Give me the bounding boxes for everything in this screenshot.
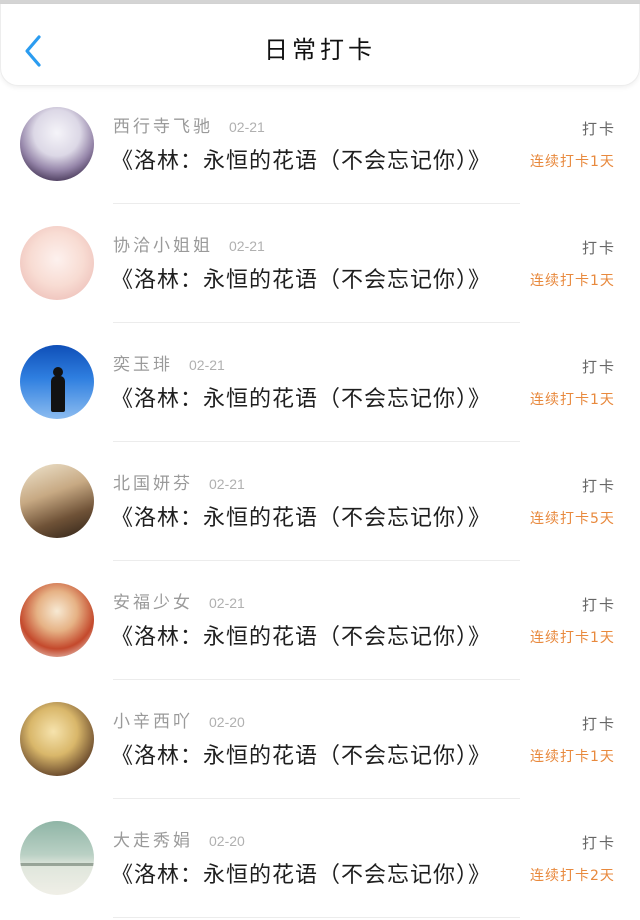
user-name[interactable]: 安福少女 [113, 591, 193, 615]
checkin-type-label: 打卡 [581, 239, 616, 257]
checkin-list-item[interactable]: 奕玉琲 02-21 打卡 《洛林：永恒的花语（不会忘记你）》 连续打卡1天 [0, 325, 640, 444]
checkin-date: 02-20 [209, 833, 245, 849]
divider [113, 203, 520, 204]
divider [113, 917, 520, 918]
checkin-content: 《洛林：永恒的花语（不会忘记你）》 [111, 268, 492, 293]
checkin-meta: 奕玉琲 02-21 [113, 353, 225, 377]
avatar[interactable] [20, 226, 94, 300]
checkin-list-item[interactable]: 小辛西吖 02-20 打卡 《洛林：永恒的花语（不会忘记你）》 连续打卡1天 [0, 682, 640, 801]
checkin-type-label: 打卡 [581, 120, 616, 138]
user-name[interactable]: 协洽小姐姐 [113, 234, 213, 258]
checkin-content: 《洛林：永恒的花语（不会忘记你）》 [111, 744, 492, 769]
checkin-meta: 安福少女 02-21 [113, 591, 245, 615]
divider [113, 679, 520, 680]
avatar[interactable] [20, 107, 94, 181]
checkin-type-label: 打卡 [581, 358, 616, 376]
divider [113, 560, 520, 561]
checkin-content: 《洛林：永恒的花语（不会忘记你）》 [111, 863, 492, 888]
checkin-list-item[interactable]: 协洽小姐姐 02-21 打卡 《洛林：永恒的花语（不会忘记你）》 连续打卡1天 [0, 206, 640, 325]
avatar-figure-body [51, 376, 65, 412]
checkin-list-item[interactable]: 北国妍芬 02-21 打卡 《洛林：永恒的花语（不会忘记你）》 连续打卡5天 [0, 444, 640, 563]
divider [113, 798, 520, 799]
avatar[interactable] [20, 702, 94, 776]
checkin-meta: 北国妍芬 02-21 [113, 472, 245, 496]
checkin-date: 02-21 [229, 119, 265, 135]
user-name[interactable]: 大走秀娟 [113, 829, 193, 853]
checkin-list-item[interactable]: 西行寺飞驰 02-21 打卡 《洛林：永恒的花语（不会忘记你）》 连续打卡1天 [0, 87, 640, 206]
checkin-list-item[interactable]: 安福少女 02-21 打卡 《洛林：永恒的花语（不会忘记你）》 连续打卡1天 [0, 563, 640, 682]
streak-badge: 连续打卡1天 [530, 749, 615, 765]
checkin-date: 02-21 [189, 357, 225, 373]
avatar[interactable] [20, 464, 94, 538]
checkin-list-item[interactable]: 大走秀娟 02-20 打卡 《洛林：永恒的花语（不会忘记你）》 连续打卡2天 [0, 801, 640, 920]
page-title: 日常打卡 [264, 36, 376, 64]
streak-badge: 连续打卡1天 [530, 630, 615, 646]
streak-badge: 连续打卡1天 [530, 273, 615, 289]
checkin-type-label: 打卡 [581, 715, 616, 733]
streak-badge: 连续打卡1天 [530, 392, 615, 408]
checkin-date: 02-21 [209, 595, 245, 611]
checkin-meta: 西行寺飞驰 02-21 [113, 115, 265, 139]
checkin-date: 02-21 [229, 238, 265, 254]
divider [113, 322, 520, 323]
avatar[interactable] [20, 345, 94, 419]
checkin-content: 《洛林：永恒的花语（不会忘记你）》 [111, 149, 492, 174]
streak-badge: 连续打卡5天 [530, 511, 615, 527]
checkin-type-label: 打卡 [581, 834, 616, 852]
checkin-meta: 协洽小姐姐 02-21 [113, 234, 265, 258]
checkin-content: 《洛林：永恒的花语（不会忘记你）》 [111, 387, 492, 412]
checkin-content: 《洛林：永恒的花语（不会忘记你）》 [111, 625, 492, 650]
checkin-list: 西行寺飞驰 02-21 打卡 《洛林：永恒的花语（不会忘记你）》 连续打卡1天 … [0, 87, 640, 920]
checkin-date: 02-21 [209, 476, 245, 492]
checkin-type-label: 打卡 [581, 596, 616, 614]
checkin-meta: 小辛西吖 02-20 [113, 710, 245, 734]
nav-header: 日常打卡 [0, 4, 640, 86]
checkin-content: 《洛林：永恒的花语（不会忘记你）》 [111, 506, 492, 531]
avatar[interactable] [20, 583, 94, 657]
streak-badge: 连续打卡1天 [530, 154, 615, 170]
user-name[interactable]: 奕玉琲 [113, 353, 173, 377]
checkin-meta: 大走秀娟 02-20 [113, 829, 245, 853]
checkin-date: 02-20 [209, 714, 245, 730]
user-name[interactable]: 北国妍芬 [113, 472, 193, 496]
streak-badge: 连续打卡2天 [530, 868, 615, 884]
avatar-horizon [20, 863, 94, 866]
user-name[interactable]: 西行寺飞驰 [113, 115, 213, 139]
avatar[interactable] [20, 821, 94, 895]
checkin-type-label: 打卡 [581, 477, 616, 495]
user-name[interactable]: 小辛西吖 [113, 710, 193, 734]
divider [113, 441, 520, 442]
